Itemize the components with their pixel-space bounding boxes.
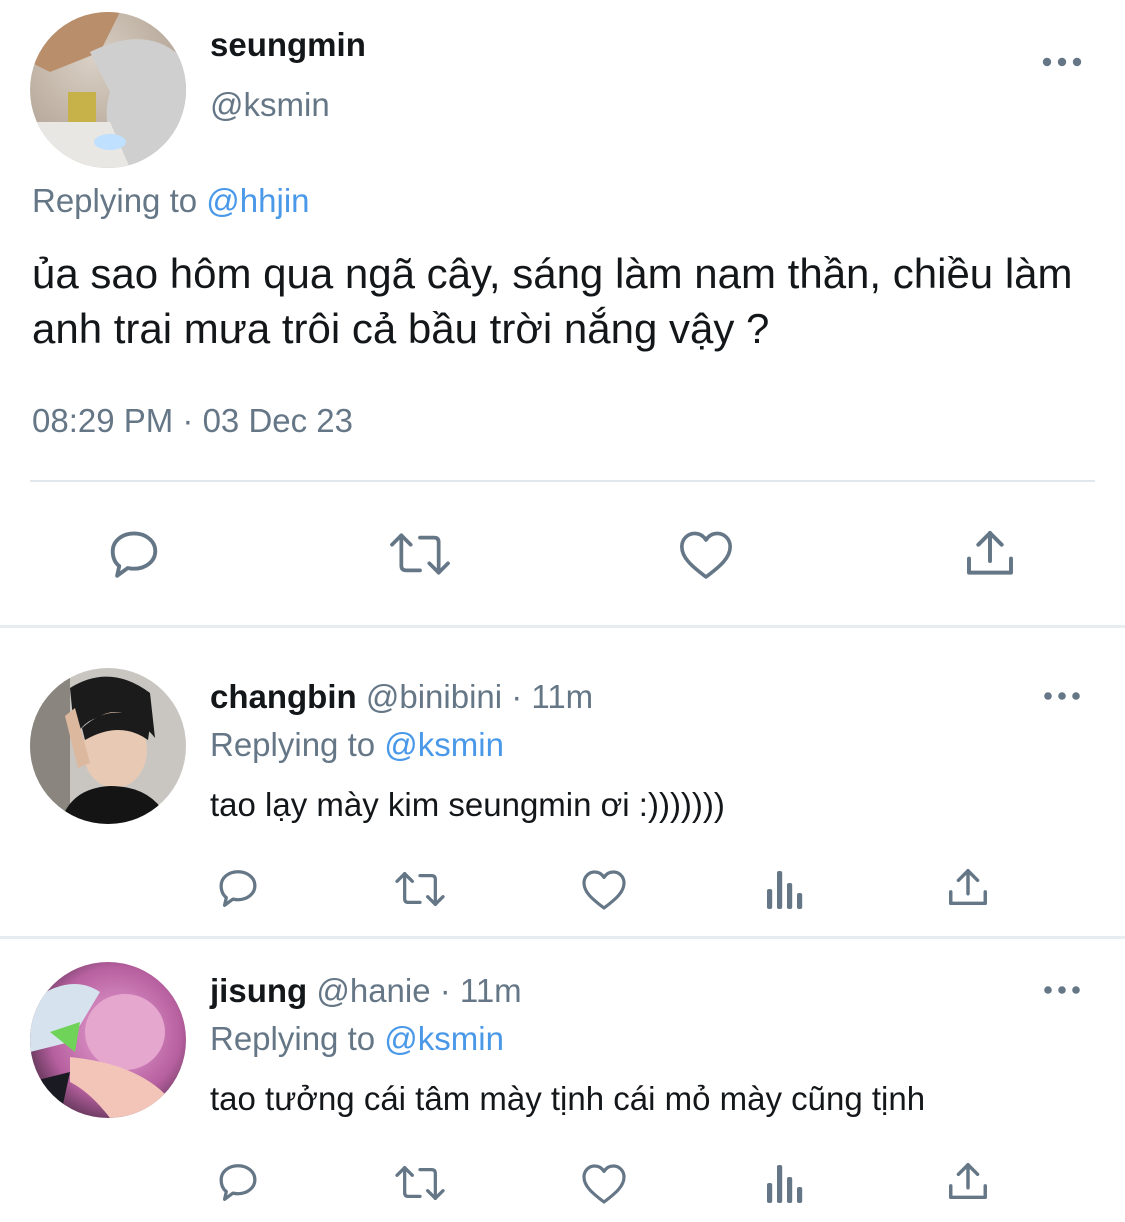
user-handle[interactable]: @hanie	[316, 972, 430, 1009]
retweet-icon[interactable]	[392, 1160, 448, 1206]
share-icon[interactable]	[944, 1158, 992, 1206]
display-name[interactable]: jisung	[210, 972, 307, 1009]
analytics-icon[interactable]	[764, 1160, 808, 1206]
display-name[interactable]: seungmin	[210, 26, 366, 64]
mention-link[interactable]: @hhjin	[206, 182, 309, 219]
retweet-icon[interactable]	[386, 524, 454, 584]
avatar[interactable]	[30, 668, 186, 824]
mention-link[interactable]: @ksmin	[384, 1020, 504, 1057]
reply-icon[interactable]	[214, 864, 262, 912]
separator	[0, 625, 1125, 628]
avatar[interactable]	[30, 12, 186, 168]
replying-to: Replying to @ksmin	[210, 726, 504, 764]
more-options-icon[interactable]	[1042, 980, 1082, 1000]
divider	[30, 480, 1095, 482]
more-options-icon[interactable]	[1042, 686, 1082, 706]
user-handle[interactable]: @binibini	[366, 678, 502, 715]
like-icon[interactable]	[580, 866, 628, 912]
replying-to: Replying to @hhjin	[32, 182, 310, 220]
reply-header: jisung @hanie · 11m	[210, 972, 522, 1010]
display-name[interactable]: changbin	[210, 678, 357, 715]
tweet-timestamp: 08:29 PM · 03 Dec 23	[32, 402, 354, 439]
tweet-text: tao tưởng cái tâm mày tịnh cái mỏ mày cũ…	[210, 1080, 926, 1117]
analytics-icon[interactable]	[764, 866, 808, 912]
like-icon[interactable]	[580, 1160, 628, 1206]
retweet-icon[interactable]	[392, 866, 448, 912]
reply-icon[interactable]	[104, 524, 164, 584]
tweet-text: tao lạy mày kim seungmin ơi :)))))))	[210, 786, 725, 823]
avatar[interactable]	[30, 962, 186, 1118]
reply-icon[interactable]	[214, 1158, 262, 1206]
reply-time: · 11m	[511, 678, 594, 715]
replying-label: Replying to	[210, 726, 376, 763]
more-options-icon[interactable]	[1040, 50, 1084, 74]
reply-time: · 11m	[439, 972, 522, 1009]
share-icon[interactable]	[944, 864, 992, 912]
share-icon[interactable]	[960, 524, 1020, 584]
mention-link[interactable]: @ksmin	[384, 726, 504, 763]
replying-label: Replying to	[210, 1020, 376, 1057]
tweet-text: ủa sao hôm qua ngã cây, sáng làm nam thầ…	[32, 250, 1073, 352]
like-icon[interactable]	[676, 524, 736, 584]
reply-header: changbin @binibini · 11m	[210, 678, 593, 716]
separator	[0, 936, 1125, 939]
replying-label: Replying to	[32, 182, 198, 219]
user-handle[interactable]: @ksmin	[210, 86, 330, 124]
replying-to: Replying to @ksmin	[210, 1020, 504, 1058]
